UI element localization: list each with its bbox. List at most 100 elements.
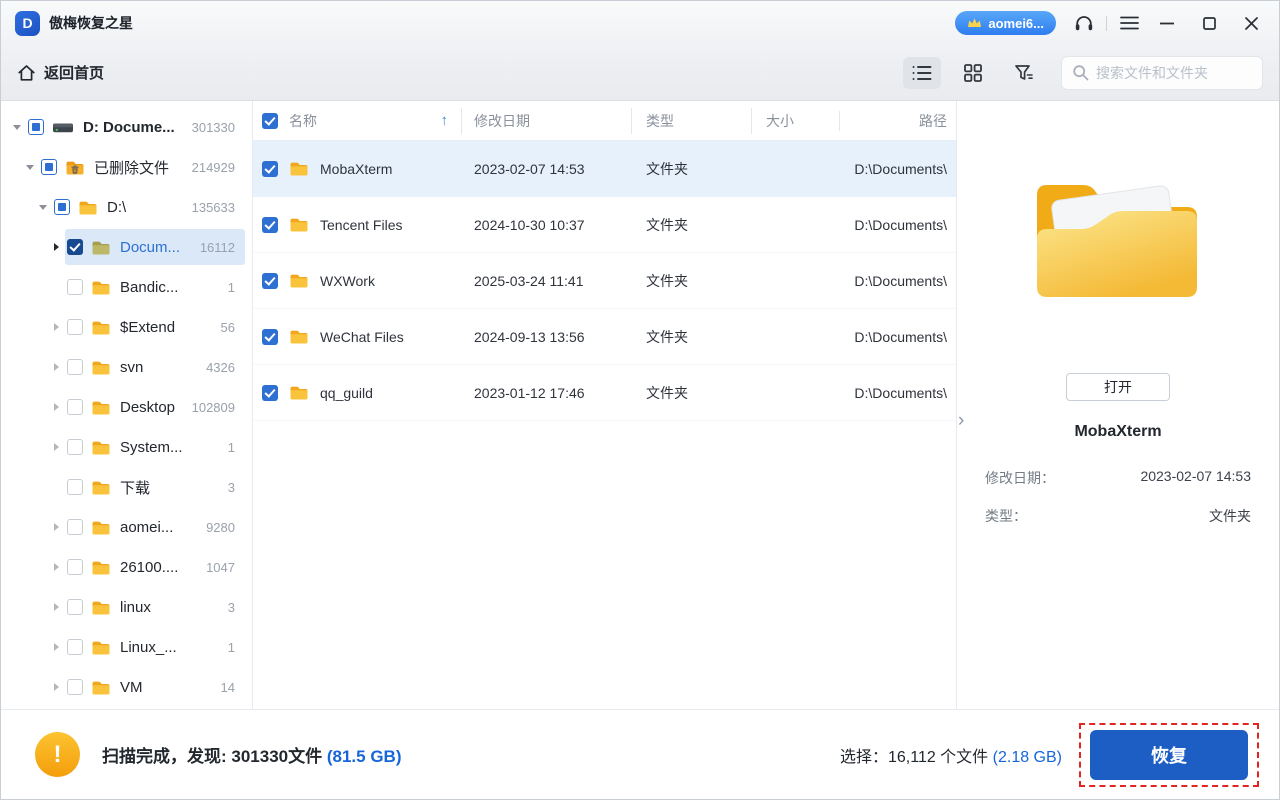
window-maximize-button[interactable]	[1195, 9, 1223, 37]
account-badge-label: aomei6...	[988, 15, 1044, 31]
tree-item[interactable]: 已删除文件 214929	[1, 147, 252, 187]
tree-item-checkbox[interactable]	[67, 519, 83, 535]
search-box	[1061, 55, 1263, 90]
window-close-button[interactable]	[1237, 9, 1265, 37]
tree-item-checkbox[interactable]	[28, 119, 44, 135]
scan-result-size: (81.5 GB)	[326, 747, 402, 766]
tree-item[interactable]: linux 3	[1, 587, 252, 627]
tree-item[interactable]: 下载 3	[1, 467, 252, 507]
tree-item-checkbox[interactable]	[67, 239, 83, 255]
main-area: D: Docume... 301330 已删除文件 214929 D:\ 135633 Do…	[1, 101, 1279, 709]
tree-item[interactable]: Desktop 102809	[1, 387, 252, 427]
file-row-checkbox[interactable]	[262, 328, 278, 345]
tree-item[interactable]: Docum... 16112	[1, 227, 252, 267]
file-row-checkbox[interactable]	[262, 272, 278, 289]
tree-item-checkbox[interactable]	[67, 679, 83, 695]
recover-button[interactable]: 恢复	[1090, 729, 1248, 780]
tree-item-checkbox[interactable]	[67, 399, 83, 415]
tree-item[interactable]: svn 4326	[1, 347, 252, 387]
tree-item[interactable]: System... 1	[1, 427, 252, 467]
file-row[interactable]: WXWork 2025-03-24 11:41 文件夹 D:\Documents\	[253, 253, 956, 309]
select-all-checkbox[interactable]	[262, 112, 278, 129]
selection-summary-text: 选择：16,112 个文件 (2.18 GB)	[840, 743, 1062, 767]
tree-item-checkbox[interactable]	[67, 319, 83, 335]
selection-summary-label: 选择：16,112 个文件	[839, 748, 989, 766]
tree-item-checkbox[interactable]	[67, 599, 83, 615]
account-badge[interactable]: aomei6...	[955, 11, 1056, 35]
tree-item[interactable]: D:\ 135633	[1, 187, 252, 227]
sort-ascending-icon: ↑	[440, 112, 449, 129]
filter-button[interactable]	[1005, 57, 1043, 89]
file-row-checkbox[interactable]	[262, 160, 278, 177]
collapse-arrow-icon[interactable]	[37, 205, 49, 210]
tree-item-checkbox[interactable]	[67, 559, 83, 575]
file-path: D:\Documents\	[854, 216, 947, 233]
file-row[interactable]: WeChat Files 2024-09-13 13:56 文件夹 D:\Docume…	[253, 309, 956, 365]
panel-collapse-chevron-icon[interactable]: ›	[958, 411, 964, 430]
expand-arrow-icon[interactable]	[50, 643, 62, 651]
tree-item-count: 102809	[191, 399, 235, 415]
expand-arrow-icon[interactable]	[50, 563, 62, 571]
file-row[interactable]: Tencent Files 2024-10-30 10:37 文件夹 D:\Docum…	[253, 197, 956, 253]
expand-arrow-icon[interactable]	[50, 243, 62, 251]
expand-arrow-icon[interactable]	[50, 683, 62, 691]
expand-arrow-icon[interactable]	[50, 323, 62, 331]
tree-item[interactable]: 26100.... 1047	[1, 547, 252, 587]
tree-item-checkbox[interactable]	[67, 439, 83, 455]
tree-item-checkbox[interactable]	[67, 279, 83, 295]
tree-item-body: Linux_... 1	[65, 629, 245, 665]
tree-item-body: 下载 3	[65, 469, 245, 505]
menu-hamburger-icon[interactable]	[1115, 9, 1143, 37]
column-header-date[interactable]: 修改日期	[461, 111, 631, 131]
tree-item-count: 14	[220, 679, 235, 695]
tree-item[interactable]: Linux_... 1	[1, 627, 252, 667]
tree-item-count: 301330	[191, 119, 235, 135]
column-header-size[interactable]: 大小	[751, 111, 839, 131]
tree-item-checkbox[interactable]	[54, 199, 70, 215]
expand-arrow-icon[interactable]	[50, 403, 62, 411]
expand-arrow-icon[interactable]	[50, 443, 62, 451]
tree-item-checkbox[interactable]	[67, 639, 83, 655]
title-bar: D 傲梅恢复之星 aomei6...	[1, 1, 1279, 45]
column-header-type[interactable]: 类型	[631, 111, 751, 131]
expand-arrow-icon[interactable]	[50, 523, 62, 531]
footer-bar: ! 扫描完成，发现: 301330文件 (81.5 GB) 选择：16,112 …	[1, 709, 1279, 799]
collapse-arrow-icon[interactable]	[11, 125, 23, 130]
tree-item-body: 已删除文件 214929	[39, 149, 245, 185]
file-row[interactable]: qq_guild 2023-01-12 17:46 文件夹 D:\Documents\	[253, 365, 956, 421]
field-value: 2023-02-07 14:53	[1140, 468, 1251, 484]
file-row-checkbox[interactable]	[262, 384, 278, 401]
search-input[interactable]	[1096, 64, 1252, 81]
folder-icon	[289, 216, 309, 233]
column-header-name[interactable]: 名称 ↑	[289, 111, 461, 131]
list-view-button[interactable]	[903, 56, 941, 89]
tree-item-label: VM	[120, 678, 143, 696]
file-row-checkbox[interactable]	[262, 216, 278, 233]
tree-item[interactable]: Bandic... 1	[1, 267, 252, 307]
tree-item-body: System... 1	[65, 429, 245, 465]
open-button[interactable]: 打开	[1066, 373, 1170, 401]
tree-item-checkbox[interactable]	[41, 159, 57, 175]
tree-item-checkbox[interactable]	[67, 479, 83, 495]
tree-item[interactable]: D: Docume... 301330	[1, 107, 252, 147]
tree-item[interactable]: VM 14	[1, 667, 252, 707]
toolbar: 返回首页	[1, 45, 1279, 100]
collapse-arrow-icon[interactable]	[24, 165, 36, 170]
expand-arrow-icon[interactable]	[50, 363, 62, 371]
tree-item-checkbox[interactable]	[67, 359, 83, 375]
folder-icon	[91, 679, 111, 696]
column-header-path[interactable]: 路径	[839, 111, 956, 131]
grid-view-button[interactable]	[954, 57, 992, 89]
file-name: WXWork	[320, 272, 375, 289]
tree-item-label: Desktop	[120, 398, 176, 416]
file-type: 文件夹	[646, 216, 688, 233]
back-home-button[interactable]: 返回首页	[17, 62, 104, 83]
tree-item[interactable]: aomei... 9280	[1, 507, 252, 547]
tree-item-count: 3	[227, 479, 235, 495]
file-path: D:\Documents\	[854, 160, 947, 177]
window-minimize-button[interactable]	[1153, 9, 1181, 37]
expand-arrow-icon[interactable]	[50, 603, 62, 611]
file-row[interactable]: MobaXterm 2023-02-07 14:53 文件夹 D:\Documents…	[253, 141, 956, 197]
support-headset-icon[interactable]	[1070, 9, 1098, 37]
tree-item[interactable]: $Extend 56	[1, 307, 252, 347]
